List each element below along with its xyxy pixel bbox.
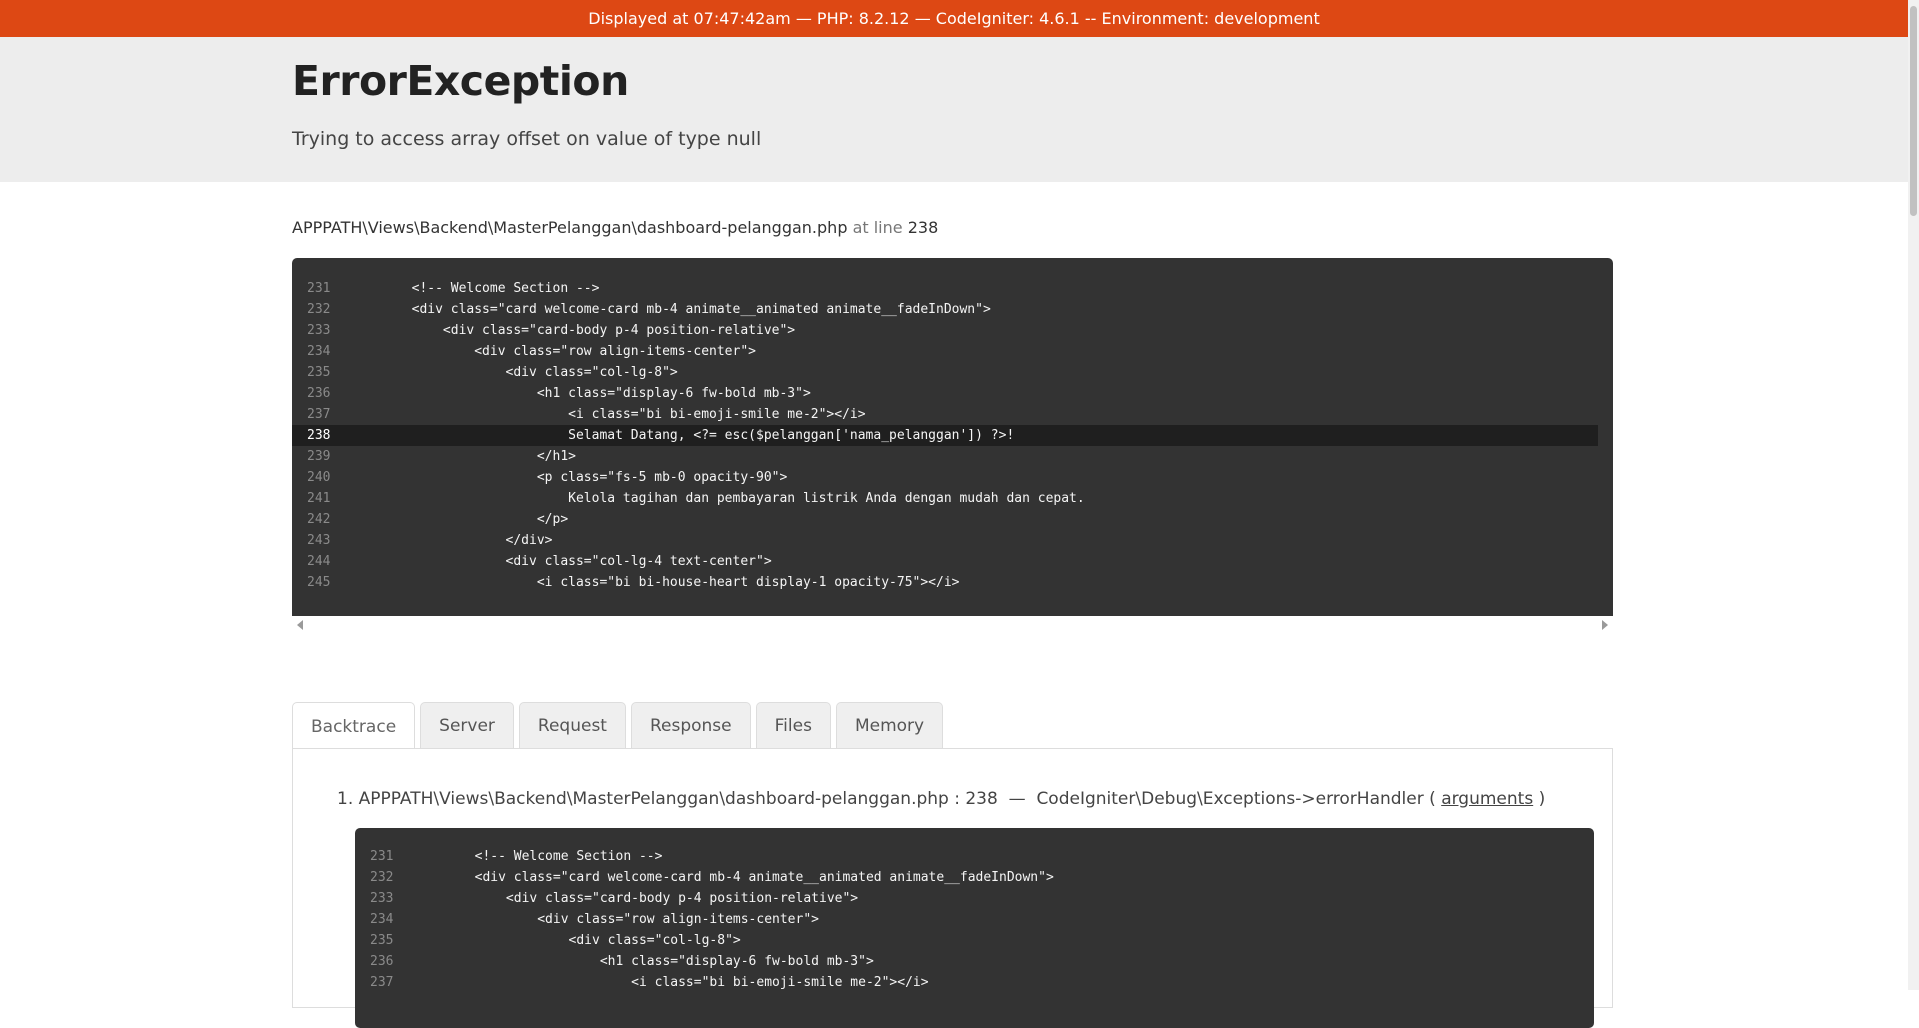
- line-number: 236: [307, 386, 331, 401]
- code-line: 240 <p class="fs-5 mb-0 opacity-90">: [292, 467, 1613, 488]
- error-message: Trying to access array offset on value o…: [292, 128, 762, 150]
- backtrace-separator: —: [1008, 789, 1026, 809]
- line-number: 237: [307, 407, 331, 422]
- backtrace-source-block[interactable]: 231 <!-- Welcome Section --> 232 <div cla…: [355, 828, 1594, 1028]
- line-number: 235: [307, 365, 331, 380]
- line-code: </p>: [349, 512, 569, 527]
- tab-files[interactable]: Files: [755, 702, 831, 748]
- code-line: 244 <div class="col-lg-4 text-center">: [292, 551, 1613, 572]
- args-open-paren: (: [1429, 789, 1436, 809]
- backtrace-panel: 1. APPPATH\Views\Backend\MasterPelanggan…: [292, 748, 1613, 1028]
- line-code: </div>: [349, 533, 553, 548]
- scroll-left-icon[interactable]: [297, 620, 303, 630]
- environment-info: Displayed at 07:47:42am — PHP: 8.2.12 — …: [588, 9, 1320, 28]
- line-code: <div class="row align-items-center">: [412, 912, 819, 927]
- line-number: 244: [307, 554, 331, 569]
- backtrace-item: 1. APPPATH\Views\Backend\MasterPelanggan…: [337, 789, 1545, 809]
- environment-bar: Displayed at 07:47:42am — PHP: 8.2.12 — …: [0, 0, 1908, 37]
- backtrace-function: CodeIgniter\Debug\Exceptions->errorHandl…: [1036, 789, 1424, 809]
- line-code: <!-- Welcome Section -->: [412, 849, 663, 864]
- code-line: 245 <i class="bi bi-house-heart display-…: [292, 572, 1613, 593]
- code-line: 239 </h1>: [292, 446, 1613, 467]
- code-line: 235 <div class="col-lg-8">: [355, 930, 1594, 951]
- arguments-link[interactable]: arguments: [1441, 789, 1533, 809]
- horizontal-scrollbar[interactable]: [292, 616, 1613, 633]
- line-code: <i class="bi bi-emoji-smile me-2"></i>: [412, 975, 929, 990]
- line-code: <div class="row align-items-center">: [349, 344, 756, 359]
- scroll-right-icon[interactable]: [1602, 620, 1608, 630]
- code-line: 235 <div class="col-lg-8">: [292, 362, 1613, 383]
- code-line: 233 <div class="card-body p-4 position-r…: [355, 888, 1594, 909]
- line-code: <div class="card-body p-4 position-relat…: [412, 891, 859, 906]
- code-line: 233 <div class="card-body p-4 position-r…: [292, 320, 1613, 341]
- line-number: 239: [307, 449, 331, 464]
- error-location: APPPATH\Views\Backend\MasterPelanggan\da…: [292, 218, 938, 237]
- code-line: 232 <div class="card welcome-card mb-4 a…: [292, 299, 1613, 320]
- line-number: 233: [370, 891, 394, 906]
- line-number: 235: [370, 933, 394, 948]
- line-code: <div class="col-lg-8">: [412, 933, 741, 948]
- line-number: 231: [307, 281, 331, 296]
- code-line: 237 <i class="bi bi-emoji-smile me-2"></…: [292, 404, 1613, 425]
- source-code: 231 <!-- Welcome Section --> 232 <div cla…: [292, 258, 1613, 593]
- line-code: <h1 class="display-6 fw-bold mb-3">: [412, 954, 874, 969]
- line-number: 234: [370, 912, 394, 927]
- line-number: 234: [307, 344, 331, 359]
- backtrace-item-number: 1.: [337, 789, 354, 809]
- error-header: ErrorException Trying to access array of…: [0, 37, 1908, 182]
- args-close-paren: ): [1538, 789, 1546, 809]
- line-number: 236: [370, 954, 394, 969]
- tab-memory[interactable]: Memory: [835, 702, 944, 748]
- at-line-label: at line: [852, 218, 903, 237]
- code-line: 236 <h1 class="display-6 fw-bold mb-3">: [292, 383, 1613, 404]
- backtrace-source-code: 231 <!-- Welcome Section --> 232 <div cla…: [355, 828, 1594, 993]
- line-code: <i class="bi bi-emoji-smile me-2"></i>: [349, 407, 866, 422]
- code-line: 234 <div class="row align-items-center">: [355, 909, 1594, 930]
- tab-server[interactable]: Server: [420, 702, 514, 748]
- error-title: ErrorException: [292, 57, 629, 105]
- line-number: 232: [307, 302, 331, 317]
- source-code-block[interactable]: 231 <!-- Welcome Section --> 232 <div cla…: [292, 258, 1613, 616]
- line-number: 241: [307, 491, 331, 506]
- line-number: 245: [307, 575, 331, 590]
- code-line: 241 Kelola tagihan dan pembayaran listri…: [292, 488, 1613, 509]
- code-line: 242 </p>: [292, 509, 1613, 530]
- line-code: <div class="card welcome-card mb-4 anima…: [349, 302, 991, 317]
- vertical-scrollbar[interactable]: [1908, 0, 1919, 990]
- code-line: 231 <!-- Welcome Section -->: [292, 278, 1613, 299]
- code-line: 236 <h1 class="display-6 fw-bold mb-3">: [355, 951, 1594, 972]
- code-line: 238 Selamat Datang, <?= esc($pelanggan['…: [292, 425, 1598, 446]
- code-line: 234 <div class="row align-items-center">: [292, 341, 1613, 362]
- backtrace-file: APPPATH\Views\Backend\MasterPelanggan\da…: [358, 789, 998, 809]
- error-line-number: 238: [907, 218, 939, 237]
- error-file-path: APPPATH\Views\Backend\MasterPelanggan\da…: [292, 218, 848, 237]
- line-code: <h1 class="display-6 fw-bold mb-3">: [349, 386, 811, 401]
- line-number: 231: [370, 849, 394, 864]
- line-code: </h1>: [349, 449, 576, 464]
- line-number: 242: [307, 512, 331, 527]
- line-number: 240: [307, 470, 331, 485]
- line-number: 233: [307, 323, 331, 338]
- line-number: 232: [370, 870, 394, 885]
- line-code: <div class="card-body p-4 position-relat…: [349, 323, 796, 338]
- code-line: 232 <div class="card welcome-card mb-4 a…: [355, 867, 1594, 888]
- line-code: <div class="col-lg-8">: [349, 365, 678, 380]
- tab-backtrace[interactable]: Backtrace: [292, 702, 416, 750]
- line-number: 238: [307, 428, 331, 443]
- line-code: <p class="fs-5 mb-0 opacity-90">: [349, 470, 788, 485]
- line-code: <i class="bi bi-house-heart display-1 op…: [349, 575, 960, 590]
- line-number: 243: [307, 533, 331, 548]
- line-code: <div class="card welcome-card mb-4 anima…: [412, 870, 1054, 885]
- code-line: 231 <!-- Welcome Section -->: [355, 846, 1594, 867]
- line-code: Kelola tagihan dan pembayaran listrik An…: [349, 491, 1085, 506]
- tab-request[interactable]: Request: [518, 702, 626, 748]
- tab-response[interactable]: Response: [630, 702, 751, 748]
- scrollbar-thumb[interactable]: [1910, 6, 1917, 216]
- debug-tabs: Backtrace Server Request Response Files Memor…: [292, 702, 944, 750]
- code-line: 243 </div>: [292, 530, 1613, 551]
- line-code: <!-- Welcome Section -->: [349, 281, 600, 296]
- line-code: Selamat Datang, <?= esc($pelanggan['nama…: [349, 428, 1015, 443]
- line-code: <div class="col-lg-4 text-center">: [349, 554, 772, 569]
